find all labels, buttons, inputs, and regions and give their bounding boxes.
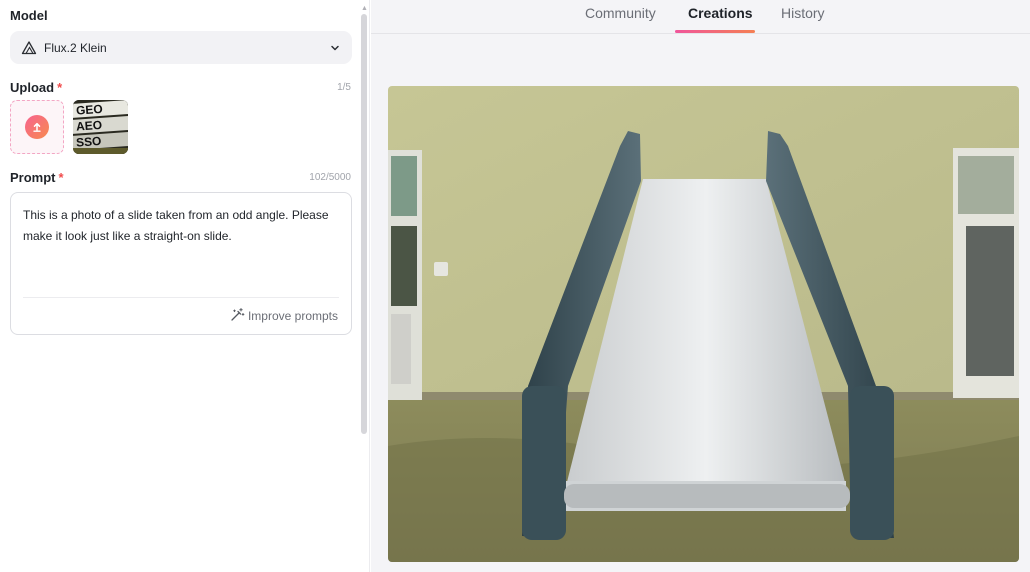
upload-count: 1/5 (337, 82, 351, 93)
prompt-count: 102/5000 (309, 172, 351, 183)
results-tabs: Community Creations History (371, 0, 1030, 34)
scroll-up-arrow[interactable]: ▲ (361, 5, 368, 12)
prompt-section-label: Prompt * (10, 170, 64, 185)
model-dropdown[interactable]: Flux.2 Klein (10, 31, 352, 64)
thumbnail-text-sso: SSO (76, 134, 102, 150)
prompt-label: Prompt (10, 170, 56, 185)
thumbnail-text-geo: GEO (76, 102, 104, 118)
triangle-mountain-icon (20, 39, 38, 57)
thumbnail-text-aeo: AEO (76, 118, 103, 134)
prompt-input[interactable]: This is a photo of a slide taken from an… (10, 192, 352, 335)
active-tab-indicator (675, 30, 755, 33)
generated-image[interactable] (388, 86, 1019, 562)
uploaded-image-thumbnail[interactable]: GEO AEO SSO (73, 100, 128, 154)
settings-panel: Model Flux.2 Klein Upload * 1/5 GEO AEO … (0, 0, 370, 572)
results-area: Community Creations History (371, 0, 1030, 572)
upload-label: Upload (10, 80, 55, 95)
upload-arrow-icon (25, 115, 49, 139)
improve-prompts-label: Improve prompts (247, 309, 338, 323)
required-mark: * (57, 80, 63, 95)
magic-wand-icon (230, 307, 245, 325)
prompt-text[interactable]: This is a photo of a slide taken from an… (23, 205, 341, 247)
required-mark: * (58, 170, 64, 185)
tab-creations[interactable]: Creations (688, 5, 753, 21)
model-section-label: Model (10, 8, 48, 23)
improve-prompts-button[interactable]: Improve prompts (230, 307, 338, 325)
tab-history[interactable]: History (781, 5, 825, 21)
panel-scrollbar[interactable] (361, 14, 367, 434)
model-selected-value: Flux.2 Klein (44, 40, 107, 55)
model-label: Model (10, 8, 48, 23)
tab-community[interactable]: Community (585, 5, 656, 21)
upload-section-label: Upload * (10, 80, 62, 95)
upload-button[interactable] (10, 100, 64, 154)
chevron-down-icon (328, 41, 342, 55)
prompt-divider (23, 297, 339, 298)
